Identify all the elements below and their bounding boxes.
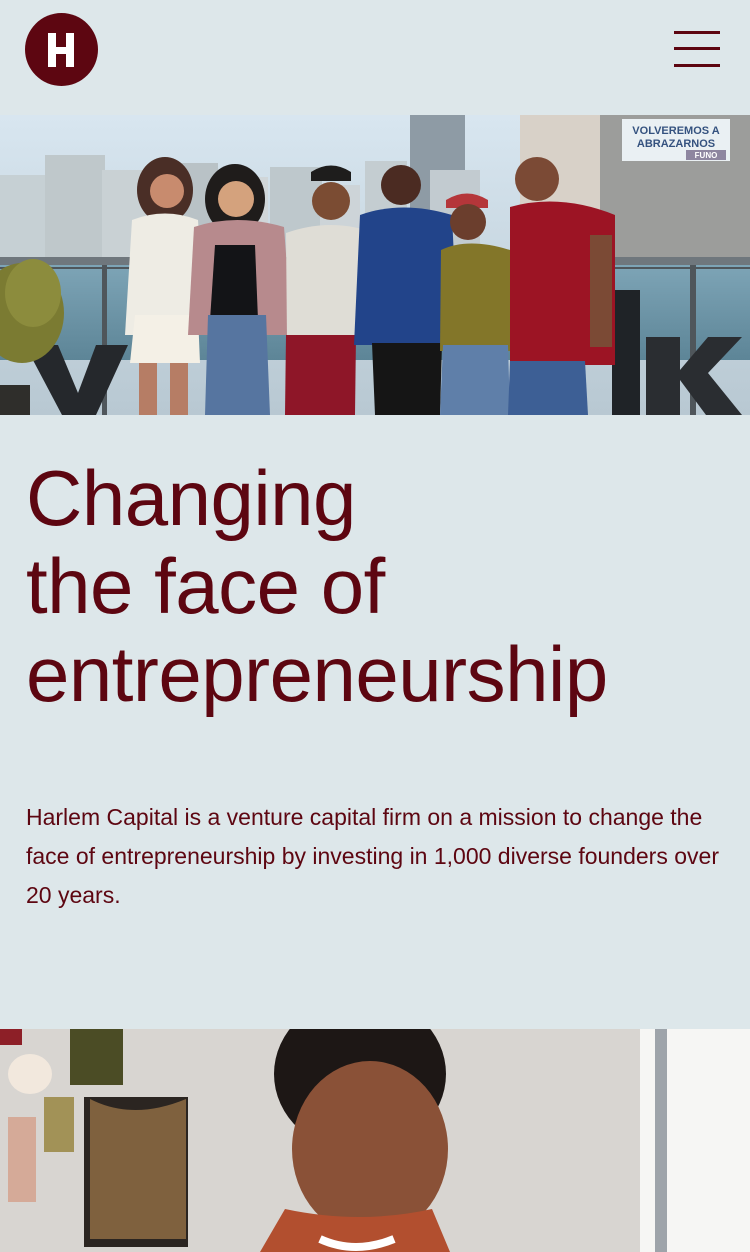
team-photo-illustration: VOLVEREMOS A ABRAZARNOS FUNO <box>0 115 750 415</box>
hamburger-line-bottom <box>674 64 720 67</box>
hero-title: Changing the face of entrepreneurship <box>26 454 726 718</box>
banner-text-line-3: FUNO <box>695 151 718 160</box>
logo-button[interactable] <box>25 13 98 86</box>
hamburger-line-top <box>674 31 720 34</box>
hero-title-line-3: entrepreneurship <box>26 630 608 718</box>
site-header <box>0 0 750 115</box>
hamburger-menu-button[interactable] <box>672 27 722 71</box>
team-photo: VOLVEREMOS A ABRAZARNOS FUNO <box>0 115 750 415</box>
mood-board-tile <box>0 1029 22 1045</box>
banner-text-line-2: ABRAZARNOS <box>637 138 715 150</box>
hamburger-line-middle <box>674 47 720 50</box>
founder-photo <box>0 1029 750 1252</box>
hero-title-line-1: Changing <box>26 454 356 542</box>
banner-text-line-1: VOLVEREMOS A <box>632 125 719 137</box>
hero-title-line-2: the face of <box>26 542 385 630</box>
founder-photo-illustration <box>0 1029 750 1252</box>
hero-description: Harlem Capital is a venture capital firm… <box>26 804 719 908</box>
logo-h-icon <box>47 32 74 67</box>
